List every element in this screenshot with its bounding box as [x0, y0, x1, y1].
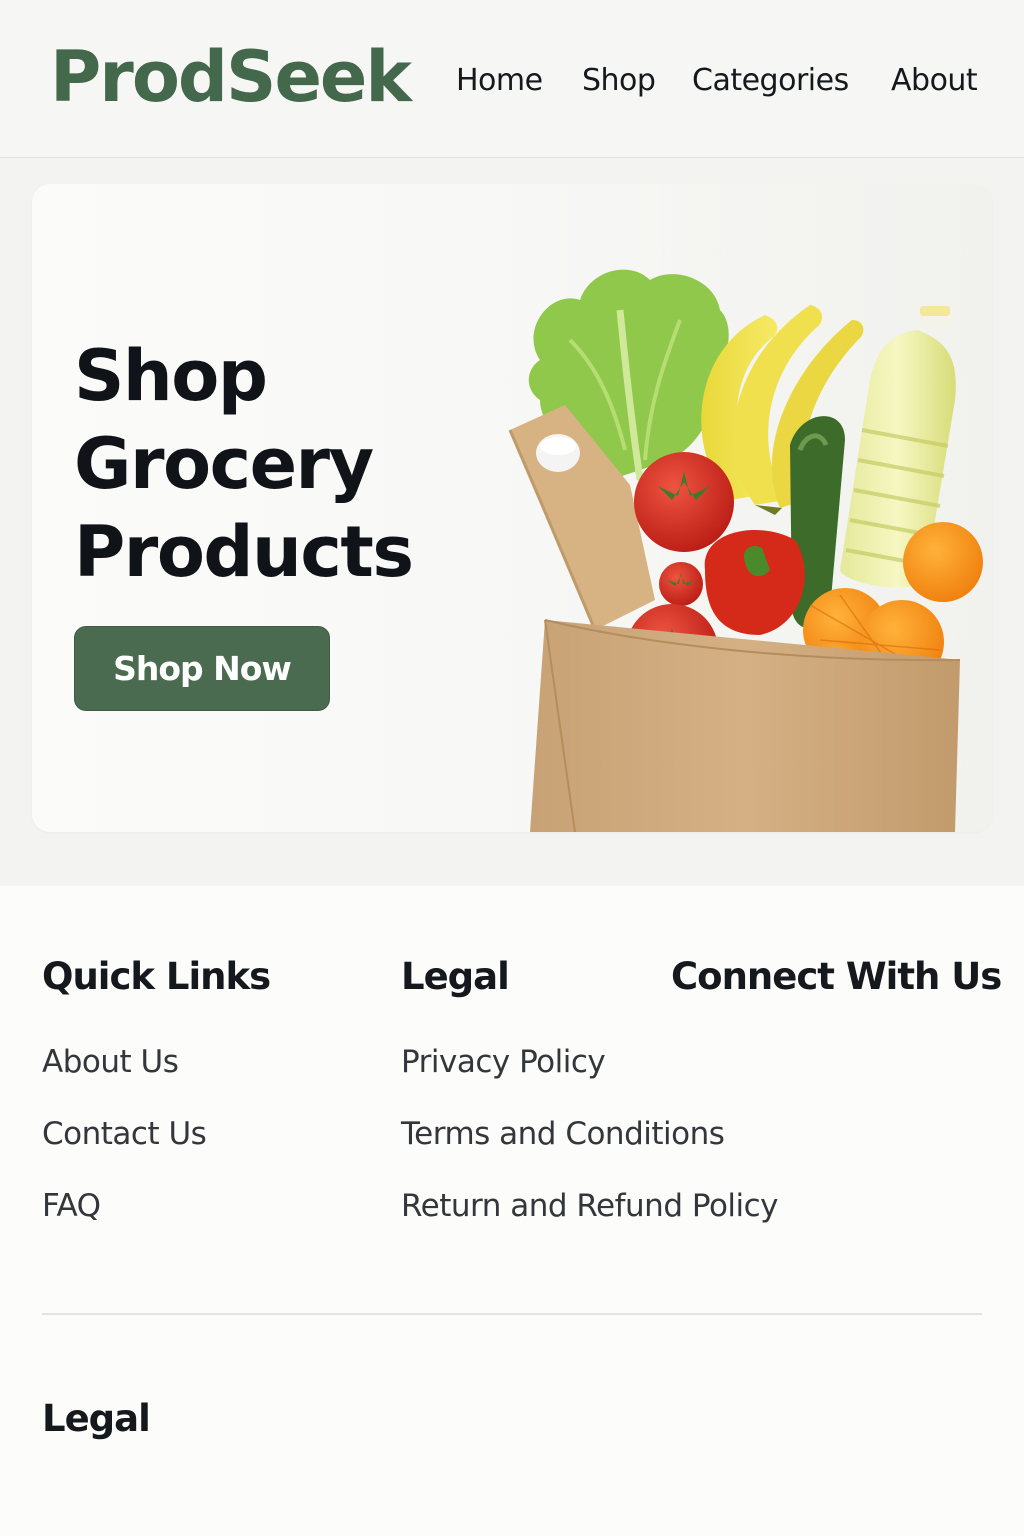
footer-heading-legal: Legal [401, 955, 510, 998]
hero-title-line: Shop [74, 335, 268, 417]
footer-link-about-us[interactable]: About Us [42, 1042, 179, 1082]
nav-about[interactable]: About [891, 62, 978, 100]
nav-categories[interactable]: Categories [692, 62, 849, 100]
grocery-bag-illustration [508, 269, 983, 832]
site-header: ProdSeek Home Shop Categories About [0, 0, 1024, 158]
footer-heading-quick-links: Quick Links [42, 955, 271, 998]
hero-title-line: Products [74, 511, 414, 593]
hero-title: Shop Grocery Products [74, 332, 494, 596]
footer-link-refund-policy[interactable]: Return and Refund Policy [401, 1186, 779, 1226]
footer-divider [42, 1313, 982, 1315]
nav-home[interactable]: Home [456, 62, 543, 100]
footer-link-contact-us[interactable]: Contact Us [42, 1114, 207, 1154]
brand-logo[interactable]: ProdSeek [50, 34, 412, 120]
hero-title-line: Grocery [74, 423, 374, 505]
footer-bottom-legal-heading: Legal [42, 1397, 151, 1440]
shop-now-button[interactable]: Shop Now [74, 626, 330, 711]
footer-link-terms[interactable]: Terms and Conditions [401, 1114, 725, 1154]
red-pepper-icon [704, 530, 805, 635]
footer-link-privacy-policy[interactable]: Privacy Policy [401, 1042, 606, 1082]
footer-heading-connect: Connect With Us [671, 955, 1002, 998]
nav-shop[interactable]: Shop [582, 62, 656, 100]
footer-link-faq[interactable]: FAQ [42, 1186, 101, 1226]
